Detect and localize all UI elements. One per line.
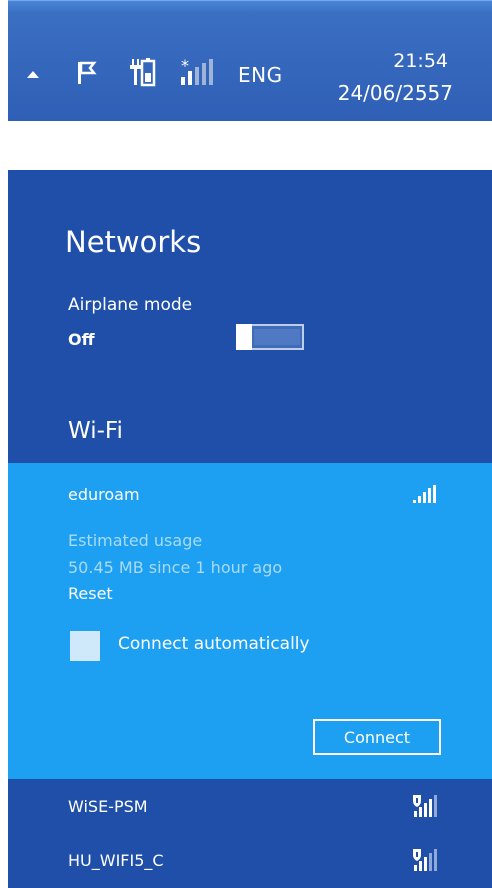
secured-wifi-signal-icon xyxy=(410,793,440,817)
secured-wifi-signal-icon xyxy=(410,847,440,871)
networks-panel: Networks Airplane mode Off Wi-Fi eduroam… xyxy=(8,170,492,888)
connect-button[interactable]: Connect xyxy=(313,719,441,755)
airplane-mode-state: Off xyxy=(68,330,95,349)
clock-date[interactable]: 24/06/2557 xyxy=(308,81,453,105)
estimated-usage-label: Estimated usage xyxy=(68,531,203,550)
network-ssid: eduroam xyxy=(68,485,140,504)
input-language-indicator[interactable]: ENG xyxy=(238,63,283,87)
connect-automatically-label[interactable]: Connect automatically xyxy=(118,634,310,654)
network-ssid: HU_WIFI5_C xyxy=(68,851,164,870)
svg-text:*: * xyxy=(181,57,189,75)
network-list-item-wise-psm[interactable]: WiSE-PSM xyxy=(8,779,492,835)
taskbar: * ENG 21:54 24/06/2557 xyxy=(8,0,492,121)
estimated-usage-value: 50.45 MB since 1 hour ago xyxy=(68,558,283,577)
network-signal-icon[interactable]: * xyxy=(178,56,218,88)
airplane-mode-label: Airplane mode xyxy=(68,295,193,315)
show-hidden-icons-up-arrow-icon[interactable] xyxy=(22,63,44,85)
wifi-section-heading: Wi-Fi xyxy=(68,418,123,444)
wifi-signal-icon xyxy=(413,485,437,503)
connect-automatically-checkbox[interactable] xyxy=(70,631,100,661)
system-tray: * ENG 21:54 24/06/2557 xyxy=(8,1,492,121)
reset-usage-link[interactable]: Reset xyxy=(68,584,113,603)
panel-title: Networks xyxy=(65,225,202,259)
network-list-item-hu-wifi5-c[interactable]: HU_WIFI5_C xyxy=(8,833,492,888)
clock-time[interactable]: 21:54 xyxy=(328,49,448,73)
airplane-mode-toggle[interactable] xyxy=(236,324,304,350)
toggle-knob[interactable] xyxy=(236,324,252,350)
action-center-flag-icon[interactable] xyxy=(72,57,102,87)
selected-network-item[interactable]: eduroam Estimated usage 50.45 MB since 1… xyxy=(8,463,492,779)
network-ssid: WiSE-PSM xyxy=(68,797,148,816)
battery-power-icon[interactable] xyxy=(128,56,158,88)
toggle-track xyxy=(254,329,300,345)
